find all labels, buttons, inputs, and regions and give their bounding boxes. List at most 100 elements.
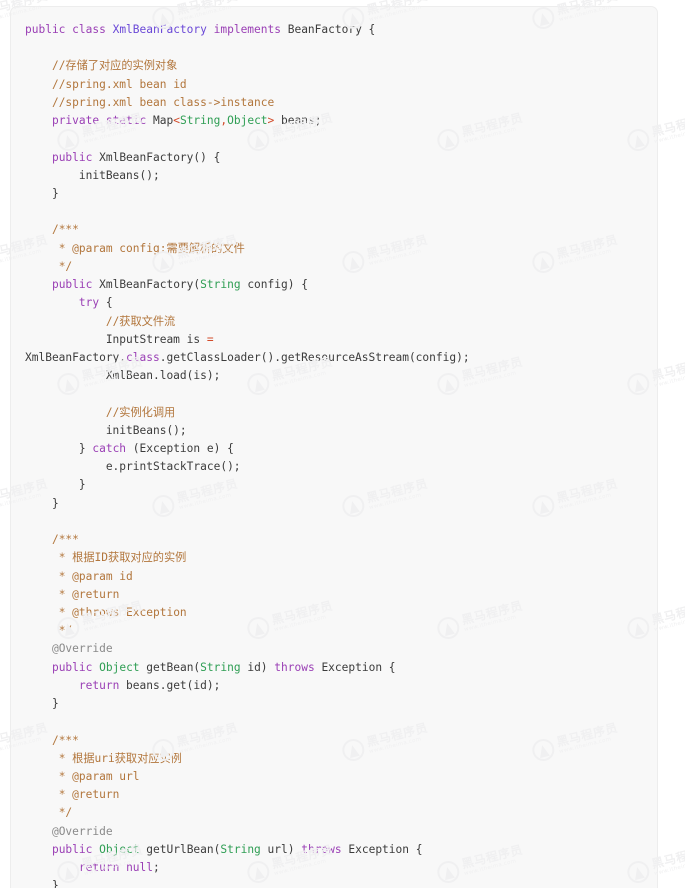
code-line: public class XmlBeanFactory implements B…	[25, 21, 657, 39]
code-token-doc: * 根据ID获取对应的实例	[58, 551, 187, 565]
code-token-kw: catch	[92, 442, 127, 456]
code-token-pl: XmlBeanFactory(	[92, 278, 201, 292]
code-line: return null;	[25, 859, 657, 877]
code-token-pl: Exception {	[341, 842, 423, 856]
code-line: * 根据ID获取对应的实例	[25, 549, 657, 567]
code-line: }	[25, 495, 657, 513]
code-line: * @return	[25, 586, 657, 604]
code-token-pl: ;	[153, 861, 160, 875]
code-token-pl: .getClassLoader().getResourceAsStream(co…	[159, 350, 470, 364]
code-token-pl: {	[99, 296, 113, 310]
code-token-kw: class	[72, 23, 113, 36]
code-token-pl: id)	[240, 660, 275, 674]
code-block[interactable]: public class XmlBeanFactory implements B…	[11, 21, 657, 888]
code-line: /***	[25, 732, 657, 750]
code-token-kw: public	[51, 150, 93, 164]
code-line: //存储了对应的实例对象	[25, 57, 657, 75]
watermark-url: www.itheima.com	[653, 126, 685, 146]
code-token-type: Object	[227, 114, 268, 128]
code-token-pl: }	[25, 186, 59, 200]
code-line: public XmlBeanFactory(String config) {	[25, 276, 657, 294]
code-token-pl: Map	[146, 114, 174, 128]
code-token-kw: try	[78, 296, 100, 310]
code-token-pl: url)	[260, 842, 302, 856]
code-line: initBeans();	[25, 167, 657, 185]
code-token-kw: return	[78, 861, 120, 875]
code-line: /***	[25, 531, 657, 549]
code-token-kw: null	[126, 861, 154, 875]
code-token-doc: */	[58, 624, 73, 638]
code-token-pl: InputStream is	[25, 332, 207, 346]
code-token-type: Object	[99, 842, 140, 856]
code-token-pl: getBean(	[139, 660, 201, 674]
code-screenshot-page: public class XmlBeanFactory implements B…	[0, 0, 685, 888]
code-token-op: =	[206, 332, 214, 346]
code-line: @Override	[25, 640, 657, 658]
code-line: private static Map<String,Object> beans;	[25, 112, 657, 130]
code-card: public class XmlBeanFactory implements B…	[10, 6, 658, 888]
code-line: }	[25, 695, 657, 713]
code-token-doc: /***	[51, 733, 79, 747]
code-line: InputStream is =	[25, 331, 657, 349]
code-token-pl: initBeans();	[25, 168, 160, 182]
code-line: public Object getUrlBean(String url) thr…	[25, 841, 657, 859]
code-token-pl: }	[25, 496, 59, 510]
code-token-type: String	[220, 842, 261, 856]
code-line: * @param config:需要解析的文件	[25, 240, 657, 258]
code-token-pl: }	[25, 697, 59, 711]
code-token-doc: */	[58, 259, 73, 273]
code-token-pl: Exception {	[314, 660, 396, 674]
code-line: return beans.get(id);	[25, 677, 657, 695]
code-line: e.printStackTrace();	[25, 458, 657, 476]
code-line: initBeans();	[25, 422, 657, 440]
code-line: */	[25, 258, 657, 276]
code-line: //spring.xml bean class->instance	[25, 94, 657, 112]
code-token-doc: /***	[51, 223, 79, 237]
code-token-kw: public	[25, 23, 73, 36]
code-token-pl: }	[25, 442, 93, 456]
code-token-cls: XmlBeanFactory	[112, 23, 207, 36]
code-line: @Override	[25, 823, 657, 841]
code-token-kw: private static	[51, 114, 147, 128]
code-line: }	[25, 877, 657, 888]
code-token-pl: (Exception e) {	[126, 442, 234, 456]
code-token-kw: return	[78, 678, 120, 692]
code-token-pl: config) {	[240, 278, 308, 292]
code-line: * @throws Exception	[25, 604, 657, 622]
code-line: public Object getBean(String id) throws …	[25, 659, 657, 677]
code-token-doc: * @param id	[58, 569, 133, 583]
code-token-type: Object	[99, 660, 140, 674]
code-line: try {	[25, 294, 657, 312]
code-token-doc: */	[58, 806, 73, 820]
code-line: XmlBean.load(is);	[25, 367, 657, 385]
code-token-pl: beans;	[274, 114, 322, 128]
code-token-kw: class	[126, 350, 160, 364]
code-token-kw: public	[51, 278, 93, 292]
code-line: }	[25, 476, 657, 494]
code-token-pl: }	[25, 478, 86, 492]
code-token-kw: implements	[213, 23, 281, 36]
code-line: * @param id	[25, 568, 657, 586]
code-line: } catch (Exception e) {	[25, 440, 657, 458]
code-token-doc: * @param url	[58, 769, 140, 783]
